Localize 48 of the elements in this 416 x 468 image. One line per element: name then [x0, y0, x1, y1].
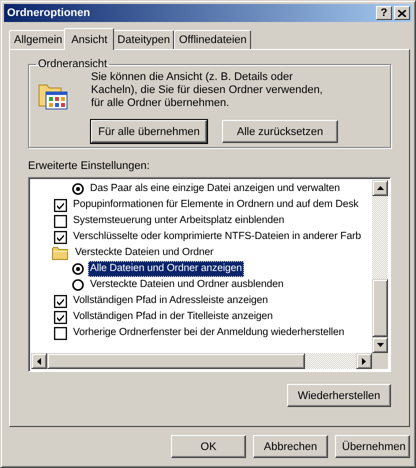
close-icon [398, 10, 406, 16]
radio-button[interactable] [72, 183, 84, 195]
list-item[interactable]: Alle Dateien und Ordner anzeigen [88, 261, 244, 277]
apply-button[interactable]: Für alle übernehmen [91, 120, 207, 143]
checkbox[interactable] [54, 214, 67, 228]
up-arrow-icon [376, 186, 384, 190]
list-item[interactable]: Vorherige Ordnerfenster bei der Anmeldung wiederherstellen [71, 325, 346, 341]
dialog-button[interactable]: Übernehmen [335, 435, 410, 458]
checkbox[interactable] [54, 230, 67, 244]
scroll-right-button[interactable] [356, 353, 372, 369]
tab[interactable]: Offlinedateien [174, 30, 251, 49]
description-text: Sie können die Ansicht (z. B. Details oder Kacheln), die Sie für diesen Ordner verwenden, für alle Ordner übernehmen. [91, 71, 324, 110]
scroll-down-button[interactable] [372, 337, 388, 353]
apply-button[interactable]: Alle zurücksetzen [222, 120, 338, 143]
list-item[interactable]: Versteckte Dateien und Ordner ausblenden [88, 277, 286, 293]
folder-icon [52, 246, 69, 260]
section-label: Erweiterte Einstellungen: [28, 160, 151, 172]
list-item[interactable]: Systemsteuerung unter Arbeitsplatz einblenden [71, 213, 286, 229]
list-item[interactable]: Versteckte Dateien und Ordner [73, 245, 216, 261]
checkbox[interactable] [54, 310, 67, 324]
tab[interactable]: Allgemein [9, 30, 66, 49]
list-item[interactable]: Verschlüsselte oder komprimierte NTFS-Dateien in anderer Farb [71, 229, 364, 245]
radio-button[interactable] [72, 279, 84, 291]
checkbox[interactable] [54, 198, 67, 212]
checkbox[interactable] [54, 326, 67, 340]
help-button[interactable]: ? [376, 6, 392, 20]
window-title: Ordneroptionen [7, 7, 92, 19]
dialog-button[interactable]: OK [171, 435, 246, 458]
scroll-up-button[interactable] [372, 180, 388, 196]
left-arrow-icon [37, 358, 41, 364]
restore-button[interactable]: Wiederherstellen [287, 384, 391, 407]
scroll-thumb[interactable] [47, 353, 305, 369]
list-item[interactable]: Vollständigen Pfad in Adressleiste anzeigen [71, 293, 270, 309]
scroll-left-button[interactable] [31, 353, 47, 369]
checkbox[interactable] [54, 294, 67, 308]
dialog-button[interactable]: Abbrechen [253, 435, 328, 458]
down-arrow-icon [376, 343, 384, 347]
radio-button[interactable] [72, 263, 84, 275]
tab[interactable]: Dateitypen [112, 30, 174, 49]
right-arrow-icon [362, 358, 366, 364]
list-item[interactable]: Vollständigen Pfad in der Titelleiste anzeigen [71, 309, 275, 325]
group-title: Ordneransicht [37, 58, 108, 70]
tab[interactable]: Ansicht [64, 28, 114, 50]
list-item[interactable]: Popupinformationen für Elemente in Ordnern und auf dem Desk [71, 197, 360, 213]
scrollbar-corner [372, 353, 388, 369]
close-button[interactable] [394, 6, 410, 20]
scroll-thumb[interactable] [372, 279, 388, 337]
list-item[interactable]: Das Paar als eine einzige Datei anzeigen und verwalten [88, 181, 342, 197]
